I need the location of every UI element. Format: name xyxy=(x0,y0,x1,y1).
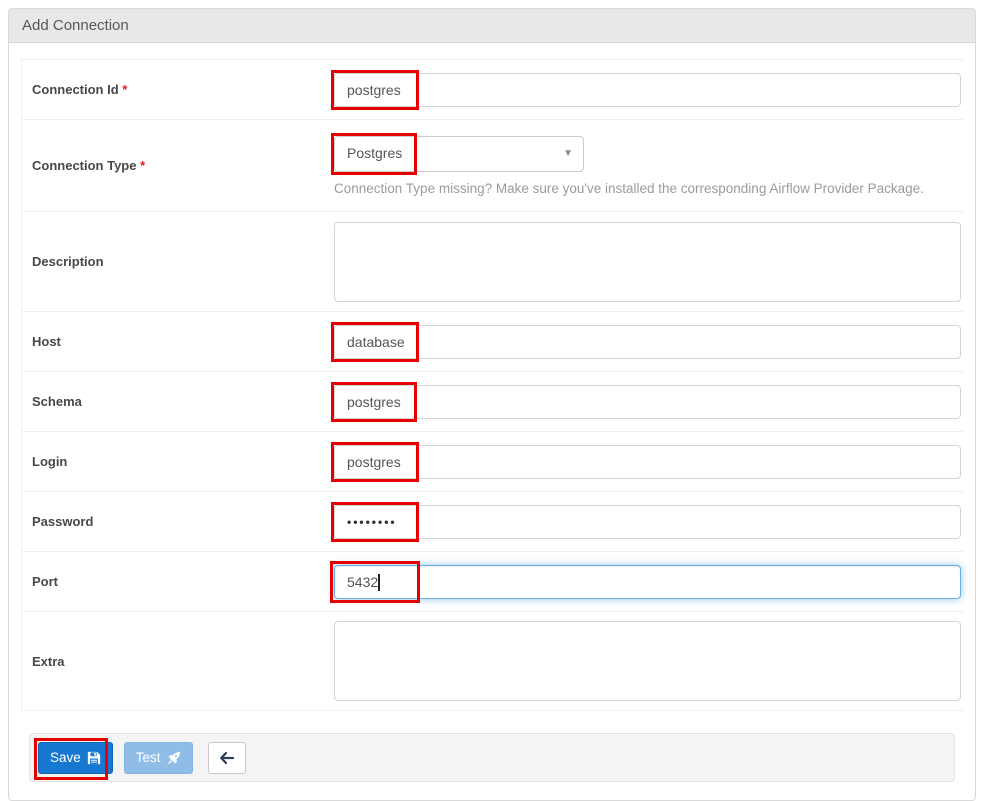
field-row-connection-type: Connection Type * Postgres ▼ Connection … xyxy=(22,119,963,211)
field-row-description: Description xyxy=(22,211,963,311)
provider-package-hint: Connection Type missing? Make sure you'v… xyxy=(334,181,961,196)
field-row-schema: Schema xyxy=(22,371,963,431)
login-input[interactable] xyxy=(334,445,961,479)
caret-down-icon: ▼ xyxy=(563,148,573,159)
back-button[interactable] xyxy=(208,742,246,774)
connection-form: Connection Id * Connection Type * Postgr… xyxy=(9,43,975,800)
form-actions-bar: Save Test xyxy=(29,733,955,782)
rocket-icon xyxy=(167,751,181,765)
port-label: Port xyxy=(22,574,334,589)
schema-input[interactable] xyxy=(334,385,961,419)
connection-type-select[interactable]: Postgres ▼ xyxy=(334,136,584,172)
host-label: Host xyxy=(22,334,334,349)
field-row-login: Login xyxy=(22,431,963,491)
field-row-extra: Extra xyxy=(22,611,963,711)
description-textarea[interactable] xyxy=(334,222,961,302)
required-asterisk: * xyxy=(122,82,127,97)
password-label: Password xyxy=(22,514,334,529)
extra-textarea[interactable] xyxy=(334,621,961,701)
connection-type-label: Connection Type * xyxy=(22,158,334,173)
field-row-password: Password xyxy=(22,491,963,551)
text-cursor xyxy=(378,574,380,591)
test-button[interactable]: Test xyxy=(124,742,193,774)
arrow-left-icon xyxy=(219,751,235,765)
connection-id-input[interactable] xyxy=(334,73,961,107)
floppy-disk-icon xyxy=(87,751,101,765)
field-row-port: Port xyxy=(22,551,963,611)
connection-id-label: Connection Id * xyxy=(22,82,334,97)
save-button[interactable]: Save xyxy=(38,742,113,774)
port-input[interactable] xyxy=(334,565,961,599)
add-connection-panel: Add Connection Connection Id * Connectio… xyxy=(8,8,976,801)
login-label: Login xyxy=(22,454,334,469)
extra-label: Extra xyxy=(22,654,334,669)
field-row-connection-id: Connection Id * xyxy=(22,59,963,119)
required-asterisk: * xyxy=(140,158,145,173)
password-input[interactable] xyxy=(334,505,961,539)
schema-label: Schema xyxy=(22,394,334,409)
field-row-host: Host xyxy=(22,311,963,371)
host-input[interactable] xyxy=(334,325,961,359)
description-label: Description xyxy=(22,254,334,269)
page-title: Add Connection xyxy=(9,9,975,43)
